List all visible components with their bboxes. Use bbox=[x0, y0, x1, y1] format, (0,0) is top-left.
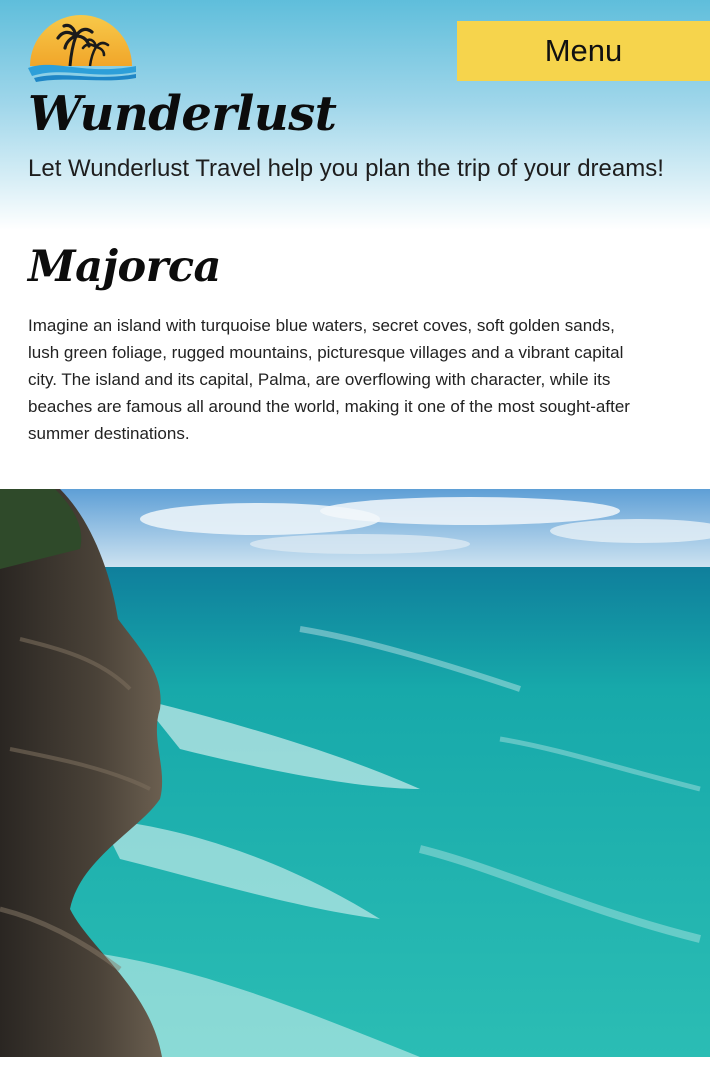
site-title: Wunderlust bbox=[28, 86, 337, 142]
destination-title: Majorca bbox=[28, 242, 221, 292]
coastal-cliff-sea-photo bbox=[0, 489, 710, 1057]
palm-sunset-logo-icon[interactable] bbox=[24, 10, 138, 82]
site-header: Menu Wunderlust Let Wunderlust Travel he… bbox=[0, 0, 710, 230]
tagline: Let Wunderlust Travel help you plan the … bbox=[28, 155, 664, 182]
menu-button[interactable]: Menu bbox=[457, 21, 710, 81]
destination-description: Imagine an island with turquoise blue wa… bbox=[28, 316, 630, 443]
